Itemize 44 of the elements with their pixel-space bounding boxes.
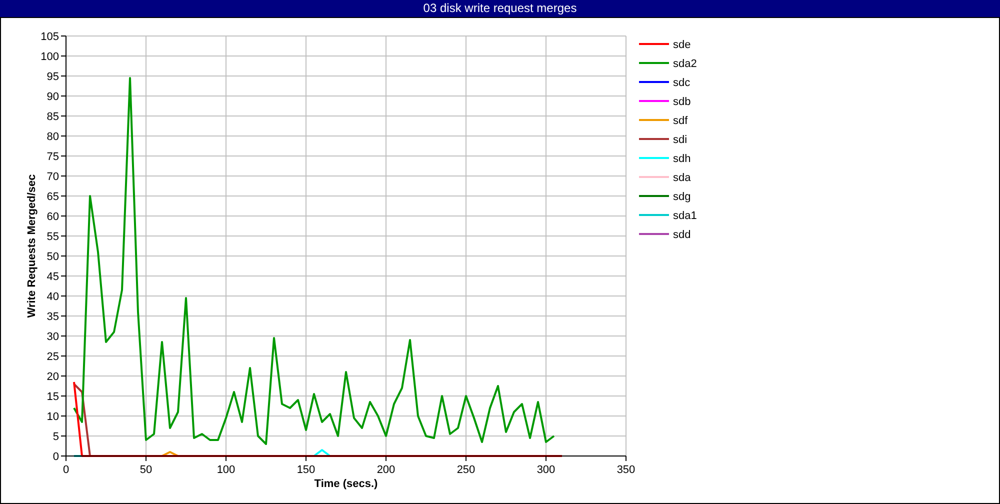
tick-label: 50: [46, 251, 59, 263]
legend-label: sda1: [673, 210, 697, 222]
tick-label: 45: [46, 271, 59, 283]
legend-label: sde: [673, 39, 691, 51]
legend-label: sdb: [673, 96, 691, 108]
tick-label: 15: [46, 391, 59, 403]
tick-label: 5: [52, 431, 59, 443]
legend-label: sdh: [673, 153, 691, 165]
tick-label: 70: [46, 171, 59, 183]
legend-label: sdd: [673, 229, 691, 241]
tick-label: 100: [40, 51, 59, 63]
legend-label: sdf: [673, 115, 688, 127]
tick-label: 20: [46, 371, 59, 383]
tick-label: 40: [46, 291, 59, 303]
legend-label: sdc: [673, 77, 690, 89]
tick-label: 0: [52, 451, 59, 463]
legend-label: sdi: [673, 134, 688, 146]
tick-label: 60: [46, 211, 59, 223]
y-axis-title: Write Requests Merged/sec: [26, 174, 38, 318]
legend-label: sdg: [673, 191, 691, 203]
tick-label: 150: [296, 464, 316, 476]
tick-label: 90: [46, 91, 59, 103]
x-axis-title: Time (secs.): [314, 478, 378, 490]
tick-label: 105: [40, 31, 59, 43]
tick-label: 300: [536, 464, 556, 476]
tick-label: 10: [46, 411, 59, 423]
tick-label: 85: [46, 111, 59, 123]
chart-title: 03 disk write request merges: [0, 0, 1000, 17]
tick-label: 80: [46, 131, 59, 143]
tick-label: 95: [46, 71, 59, 83]
tick-label: 30: [46, 331, 59, 343]
tick-label: 55: [46, 231, 59, 243]
tick-label: 200: [376, 464, 396, 476]
tick-label: 0: [62, 464, 70, 476]
tick-label: 35: [46, 311, 59, 323]
tick-label: 350: [616, 464, 636, 476]
legend-label: sda2: [673, 58, 697, 70]
tick-label: 65: [46, 191, 59, 203]
tick-label: 250: [456, 464, 476, 476]
tick-label: 50: [140, 464, 152, 476]
tick-label: 75: [46, 151, 59, 163]
tick-label: 25: [46, 351, 59, 363]
tick-label: 100: [216, 464, 236, 476]
legend-label: sda: [673, 172, 691, 184]
